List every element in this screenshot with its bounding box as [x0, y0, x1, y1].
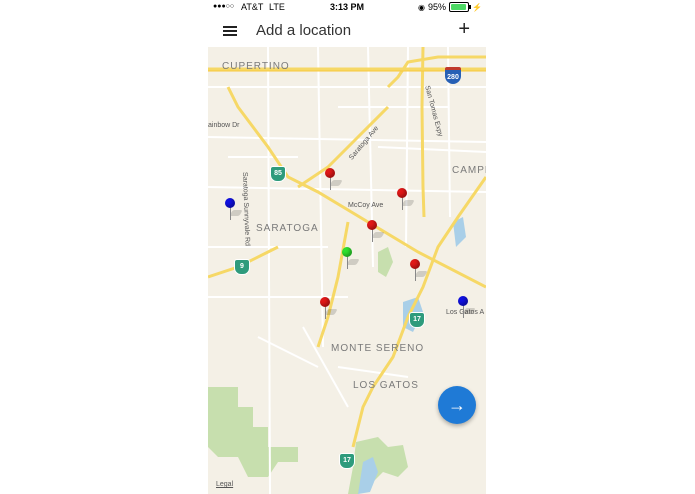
add-location-button[interactable]: + — [458, 19, 470, 39]
route-85-shield: 85 — [270, 166, 286, 182]
map-pin-blue[interactable] — [458, 296, 476, 320]
map-pin-red[interactable] — [320, 297, 338, 321]
map-label-cupertino: CUPERTINO — [222, 61, 290, 72]
list-icon[interactable] — [223, 26, 237, 36]
route-9-shield: 9 — [234, 259, 250, 275]
map-label-saratoga: SARATOGA — [256, 223, 319, 234]
map-label-los-gatos: LOS GATOS — [353, 380, 419, 391]
map-pin-red[interactable] — [397, 188, 415, 212]
map-view[interactable]: CUPERTINO SARATOGA CAMPE MONTE SERENO LO… — [208, 47, 486, 494]
charging-icon: ⚡ — [472, 2, 482, 12]
map-pin-red[interactable] — [367, 220, 385, 244]
map-label-campbell: CAMPE — [452, 165, 486, 176]
route-17-shield: 17 — [409, 312, 425, 328]
map-pin-red[interactable] — [410, 259, 428, 283]
map-label-mccoy: McCoy Ave — [348, 202, 384, 209]
interstate-280-shield: 280 — [445, 67, 461, 84]
legal-link[interactable]: Legal — [216, 481, 233, 488]
orientation-lock-icon: ◉ — [418, 2, 426, 12]
top-bar: Add a location + — [208, 16, 486, 48]
battery-percent: 95% — [428, 2, 447, 12]
map-pin-green[interactable] — [342, 247, 360, 271]
phone-screen: ●●●○○ AT&T LTE 3:13 PM ◉ 95% ⚡ Add a loc… — [208, 0, 486, 494]
route-17-shield: 17 — [339, 453, 355, 469]
battery-icon — [449, 2, 472, 12]
battery-fill — [451, 4, 467, 10]
map-label-monte-sereno: MONTE SERENO — [331, 343, 425, 354]
status-bar: ●●●○○ AT&T LTE 3:13 PM ◉ 95% ⚡ — [208, 0, 486, 16]
map-pin-red[interactable] — [325, 168, 343, 192]
page-title: Add a location — [256, 22, 352, 39]
map-label-rainbow: ainbow Dr — [208, 122, 240, 129]
status-right: ◉ 95% ⚡ — [418, 2, 482, 12]
map-pin-blue[interactable] — [225, 198, 243, 222]
arrow-right-icon: → — [448, 395, 466, 415]
next-button[interactable]: → — [438, 386, 476, 424]
